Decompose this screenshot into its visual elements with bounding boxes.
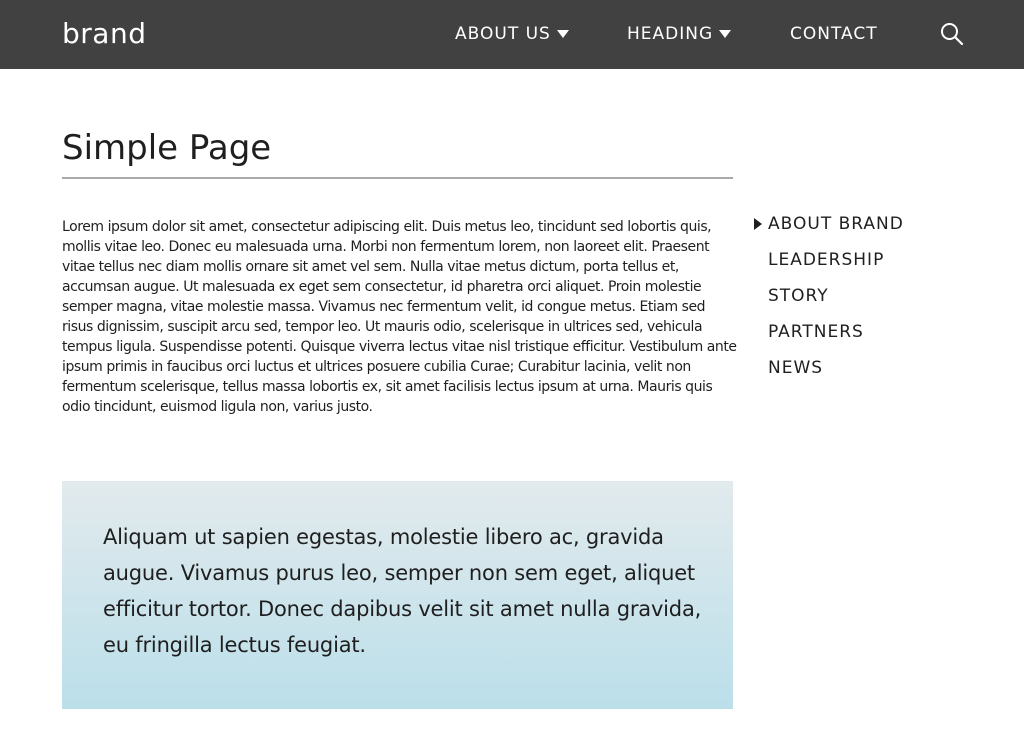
sidebar-item-label: PARTNERS (768, 322, 864, 342)
search-icon (941, 23, 964, 46)
callout-text: Aliquam ut sapien egestas, molestie libe… (103, 525, 702, 657)
caret-right-icon (754, 218, 762, 230)
nav-contact-label: CONTACT (790, 24, 878, 44)
brand-logo[interactable]: brand (62, 14, 146, 54)
top-navigation-bar: brand ABOUT US HEADING CONTACT (0, 0, 1024, 69)
title-divider (62, 177, 733, 179)
sidebar-item-label: STORY (768, 286, 829, 306)
nav-contact[interactable]: CONTACT (790, 22, 878, 46)
nav-about-us[interactable]: ABOUT US (455, 22, 569, 46)
callout-box: Aliquam ut sapien egestas, molestie libe… (62, 481, 733, 709)
sidebar-item-about-brand[interactable]: ABOUT BRAND (754, 210, 994, 246)
sidebar-item-news[interactable]: NEWS (754, 354, 994, 390)
body-paragraph: Lorem ipsum dolor sit amet, consectetur … (62, 219, 737, 415)
nav-heading[interactable]: HEADING (627, 22, 732, 46)
page-title: Simple Page (62, 128, 272, 168)
sidebar-item-label: LEADERSHIP (768, 250, 885, 270)
sidebar-item-leadership[interactable]: LEADERSHIP (754, 246, 994, 282)
caret-down-icon (719, 30, 732, 38)
sidebar-nav: ABOUT BRAND LEADERSHIP STORY PARTNERS NE… (754, 210, 994, 390)
caret-down-icon (556, 30, 569, 38)
sidebar-item-label: ABOUT BRAND (768, 214, 904, 234)
sidebar-item-partners[interactable]: PARTNERS (754, 318, 994, 354)
nav-about-us-label: ABOUT US (455, 24, 551, 44)
search-button[interactable] (938, 20, 966, 48)
sidebar-item-story[interactable]: STORY (754, 282, 994, 318)
nav-heading-label: HEADING (627, 24, 714, 44)
sidebar-item-label: NEWS (768, 358, 824, 378)
